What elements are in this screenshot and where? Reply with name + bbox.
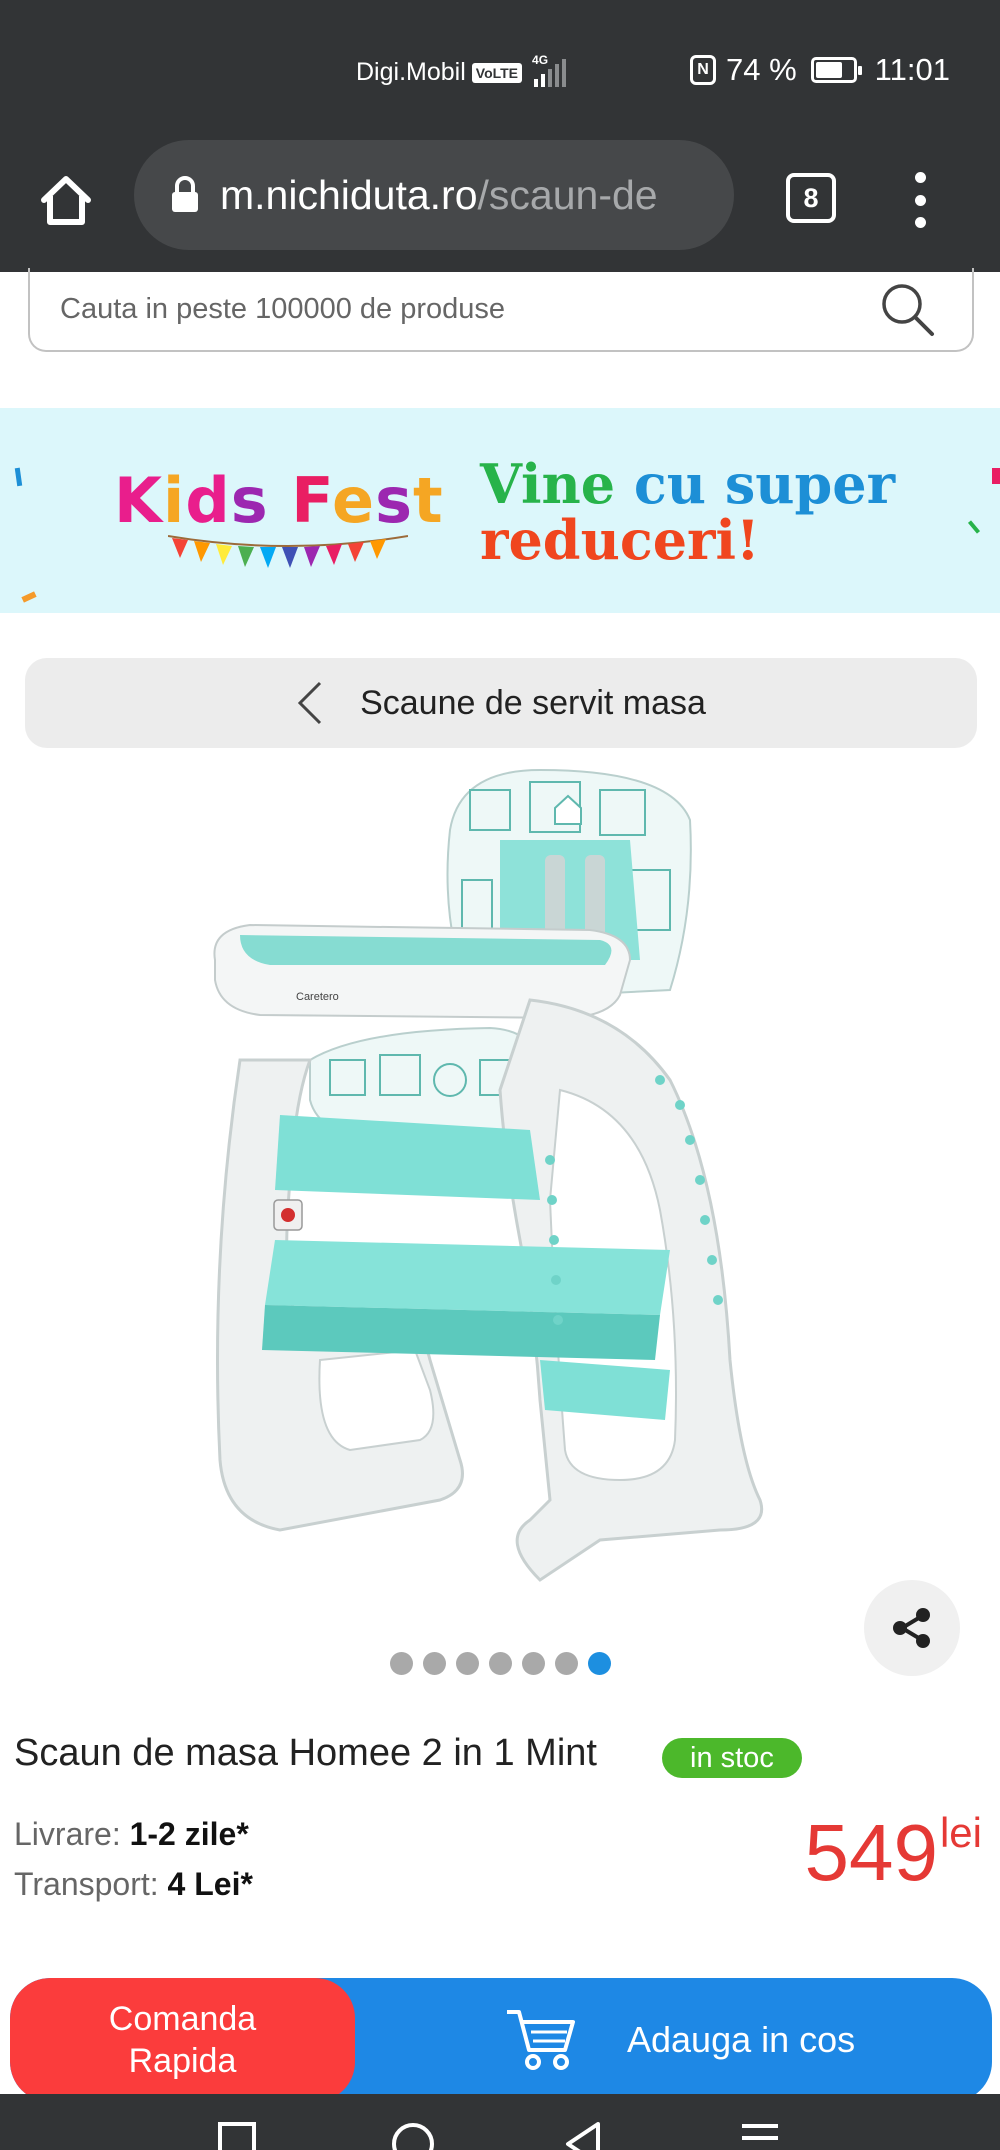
network-type: 4G [532,52,549,67]
share-icon [893,1608,930,1648]
price-amount: 549 [804,1808,938,1897]
banner-title-letter: F [291,464,333,537]
menu-nav-icon[interactable] [738,2120,782,2150]
carousel-dot[interactable] [423,1652,446,1675]
transport-label: Transport: [14,1866,159,1902]
volte-badge: VoLTE [471,62,523,83]
carrier-info: Digi.Mobil VoLTE 4G [356,53,567,87]
url-host: m.nichiduta.ro [220,171,478,218]
quick-order-button[interactable]: Comanda Rapida [10,1978,355,2102]
home-nav-icon[interactable] [388,2120,438,2150]
tab-switcher-button[interactable]: 8 [786,173,836,223]
bunting-decoration [168,535,408,568]
tagline-word-vine: Vine [480,452,616,516]
quick-order-line1: Comanda [108,2000,257,2038]
signal-icon: 4G [532,53,567,87]
battery-percent: 74 % [726,52,797,87]
transport-value: 4 Lei* [167,1866,253,1902]
carousel-dot[interactable] [588,1652,611,1675]
category-label: Scaune de servit masa [360,683,706,722]
delivery-label: Livrare: [14,1816,121,1852]
banner-title-letter: i [163,464,186,537]
transport-info: Transport: 4 Lei* [14,1866,253,1903]
carousel-dot[interactable] [489,1652,512,1675]
address-bar[interactable]: m.nichiduta.ro/scaun-de [134,140,734,250]
product-price: 549 lei [804,1808,982,1898]
delivery-value: 1-2 zile* [129,1816,249,1852]
clock: 11:01 [874,52,950,87]
home-button[interactable] [34,168,98,232]
banner-title-letter: K [114,464,164,537]
stock-badge: in stoc [662,1738,802,1778]
product-image[interactable]: Caretero [200,760,800,1620]
banner-tagline: Vine cu super reduceri! [480,456,895,568]
browser-toolbar: m.nichiduta.ro/scaun-de 8 [0,140,1000,272]
add-to-cart-label: Adauga in cos [627,2019,856,2060]
banner-title: Kids Fest [114,464,444,537]
banner-title-letter: d [185,464,231,537]
search-input[interactable]: Cauta in peste 100000 de produse [28,268,974,352]
tagline-reduceri: reduceri! [480,508,760,572]
carousel-dot[interactable] [522,1652,545,1675]
banner-title-letter: e [332,464,376,537]
brand-label: Caretero [296,991,339,1003]
banner-title-letter [269,464,292,537]
banner-title-letter: s [375,464,414,537]
lock-icon [172,176,198,212]
tagline-cu-super: cu super [633,452,896,516]
product-title: Scaun de masa Homee 2 in 1 Mint [14,1732,597,1774]
recents-icon[interactable] [216,2120,260,2150]
price-currency: lei [939,1809,982,1856]
carousel-dot[interactable] [390,1652,413,1675]
carousel-dot[interactable] [555,1652,578,1675]
search-icon[interactable] [876,278,938,340]
search-placeholder: Cauta in peste 100000 de produse [60,292,506,325]
share-button[interactable] [864,1580,960,1676]
cart-icon [507,2010,575,2070]
browser-menu-button[interactable] [900,168,940,232]
nfc-icon: N [690,55,716,85]
status-bar: Digi.Mobil VoLTE 4G N 74 % 11:01 [0,0,1000,140]
carousel-dot[interactable] [456,1652,479,1675]
banner-title-letter: s [230,464,269,537]
system-nav-bar [0,2094,1000,2150]
chevron-left-icon [297,681,322,725]
banner-title-letter: t [413,464,444,537]
category-back-button[interactable]: Scaune de servit masa [25,658,977,748]
battery-icon [810,57,862,83]
carousel-pagination [390,1652,611,1675]
banner-title-text: Kids Fest [114,464,444,537]
url-path: /scaun-de [477,171,658,218]
quick-order-line2: Rapida [128,2042,237,2080]
back-nav-icon[interactable] [562,2120,606,2150]
status-right: N 74 % 11:01 [690,52,950,88]
promo-banner[interactable]: Kids Fest Vine cu super reduceri! [0,408,1000,613]
delivery-info: Livrare: 1-2 zile* [14,1816,249,1853]
url-text: m.nichiduta.ro/scaun-de [220,172,658,219]
home-icon [41,176,91,225]
add-to-cart-button[interactable]: Adauga in cos [355,1978,992,2102]
purchase-actions: Adauga in cos Comanda Rapida [10,1978,992,2102]
carrier-name: Digi.Mobil [356,58,466,86]
